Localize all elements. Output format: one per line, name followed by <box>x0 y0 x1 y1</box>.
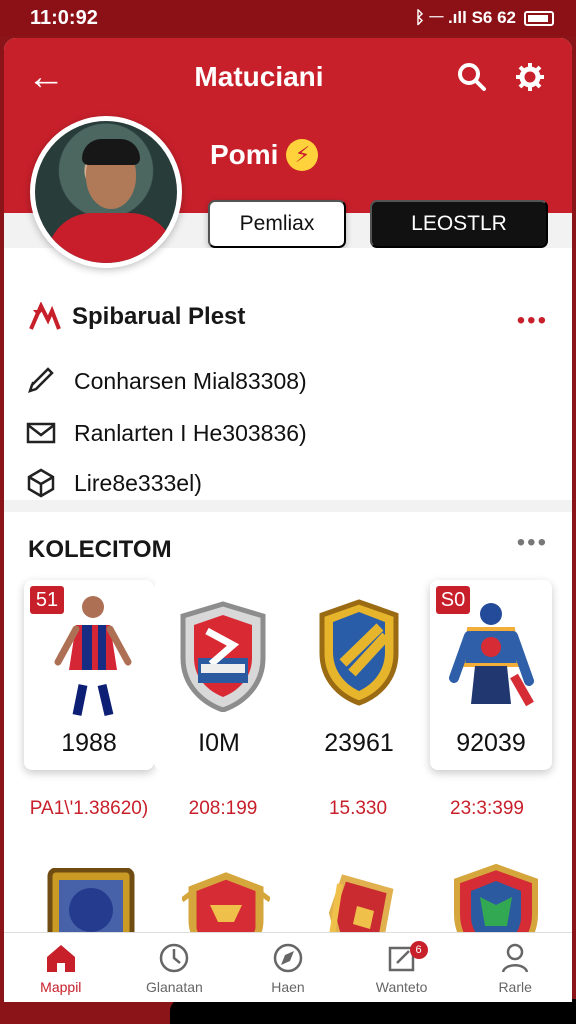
nav-label: Rarle <box>498 978 532 995</box>
verified-badge-icon: ⚡ <box>286 139 319 171</box>
search-icon <box>457 63 486 91</box>
info-row-2: Ranlarten I He303836) <box>24 412 307 454</box>
top-app-bar: ← Matuciani <box>4 52 572 102</box>
info-row-3: Lire8e333el) <box>24 462 202 504</box>
item-price: 208:199 <box>188 798 258 819</box>
header-actions <box>454 59 548 95</box>
nav-label: Glanatan <box>145 978 203 995</box>
nav-label: Haen <box>271 978 305 995</box>
search-button[interactable] <box>454 59 490 95</box>
page-title: Matuciani <box>194 61 324 92</box>
nav-label: Wanteto <box>375 978 428 995</box>
info-row-text: Conharsen Mial83308) <box>74 367 307 394</box>
back-button[interactable]: ← <box>27 56 65 98</box>
info-card-title: Spibarual Plest <box>28 302 245 332</box>
status-icons: ᛒ 𝄖 .ıll S6 62 <box>415 8 554 28</box>
collection-more-icon[interactable]: ••• <box>517 531 548 555</box>
profile-header: ← Matuciani Pomi ⚡ Pemliax LEOSTLR <box>4 38 572 268</box>
info-title: Spibarual Plest <box>72 303 246 330</box>
nav-item-explore[interactable]: Haen <box>238 941 338 995</box>
status-signal-text: ᛒ 𝄖 .ıll S6 62 <box>414 8 516 27</box>
app-screen: ← Matuciani Pomi ⚡ Pemliax LEOSTLR Spiba… <box>4 38 572 1002</box>
status-time: 11:0:92 <box>30 6 98 29</box>
notification-badge: 6 <box>409 940 428 959</box>
status-bar: 11:0:92 ᛒ 𝄖 .ıll S6 62 <box>0 0 576 36</box>
person-icon <box>498 941 532 975</box>
secondary-profile-button[interactable]: LEOSTLR <box>370 200 548 248</box>
item-number: 1988 <box>61 729 117 757</box>
item-price: PA1\'1.38620) <box>29 798 149 819</box>
collection-section: KOLECITOM ••• 51 1988 I0M 23961 S0 92039… <box>4 512 572 969</box>
info-row-1: Conharsen Mial83308) <box>24 360 307 402</box>
nav-item-profile[interactable]: Rarle <box>465 941 565 995</box>
compass-icon <box>271 941 305 975</box>
profile-flag-icon <box>29 302 61 330</box>
collection-item-4[interactable]: S0 92039 <box>430 580 552 770</box>
bottom-navigation: Mappil Glanatan Haen 6 Wanteto Rarle <box>4 932 572 1002</box>
item-number: 92039 <box>456 729 526 757</box>
collection-title: KOLECITOM <box>28 536 172 563</box>
settings-button[interactable] <box>512 59 548 95</box>
profile-name: Pomi <box>210 139 279 170</box>
battery-icon <box>524 10 554 26</box>
profile-avatar[interactable] <box>30 116 182 268</box>
armored-figure-icon <box>449 603 534 707</box>
player-figure-icon <box>54 596 132 717</box>
home-indicator[interactable] <box>170 999 576 1024</box>
home-icon <box>44 941 78 975</box>
collection-item-1[interactable]: 51 1988 <box>24 580 154 770</box>
collection-item-2[interactable]: I0M <box>154 580 284 770</box>
nav-label: Mappil <box>40 978 82 995</box>
mail-icon <box>24 416 58 450</box>
shield-icon <box>319 599 399 706</box>
avatar-hair <box>82 139 140 165</box>
cube-icon <box>24 466 58 500</box>
collection-item-3[interactable]: 23961 <box>296 580 422 770</box>
item-price: 15.330 <box>328 798 388 819</box>
item-price: 23:3:399 <box>450 798 524 819</box>
pencil-icon <box>24 364 58 398</box>
clock-icon <box>157 941 191 975</box>
profile-name-row: Pomi ⚡ <box>210 139 319 171</box>
info-more-icon[interactable]: ••• <box>517 309 548 333</box>
nav-item-home[interactable]: Mappil <box>11 941 111 995</box>
item-number: 23961 <box>324 729 394 757</box>
avatar-shirt <box>47 213 175 263</box>
item-number: I0M <box>198 729 240 757</box>
team-crest-icon <box>180 601 266 712</box>
nav-item-wanted[interactable]: 6 Wanteto <box>352 940 452 995</box>
primary-profile-button[interactable]: Pemliax <box>208 200 346 248</box>
profile-info-card: Spibarual Plest ••• Conharsen Mial83308)… <box>4 248 572 500</box>
info-row-text: Lire8e333el) <box>74 469 202 496</box>
nav-item-history[interactable]: Glanatan <box>124 941 224 995</box>
info-row-text: Ranlarten I He303836) <box>74 419 307 446</box>
gear-icon <box>515 63 544 91</box>
